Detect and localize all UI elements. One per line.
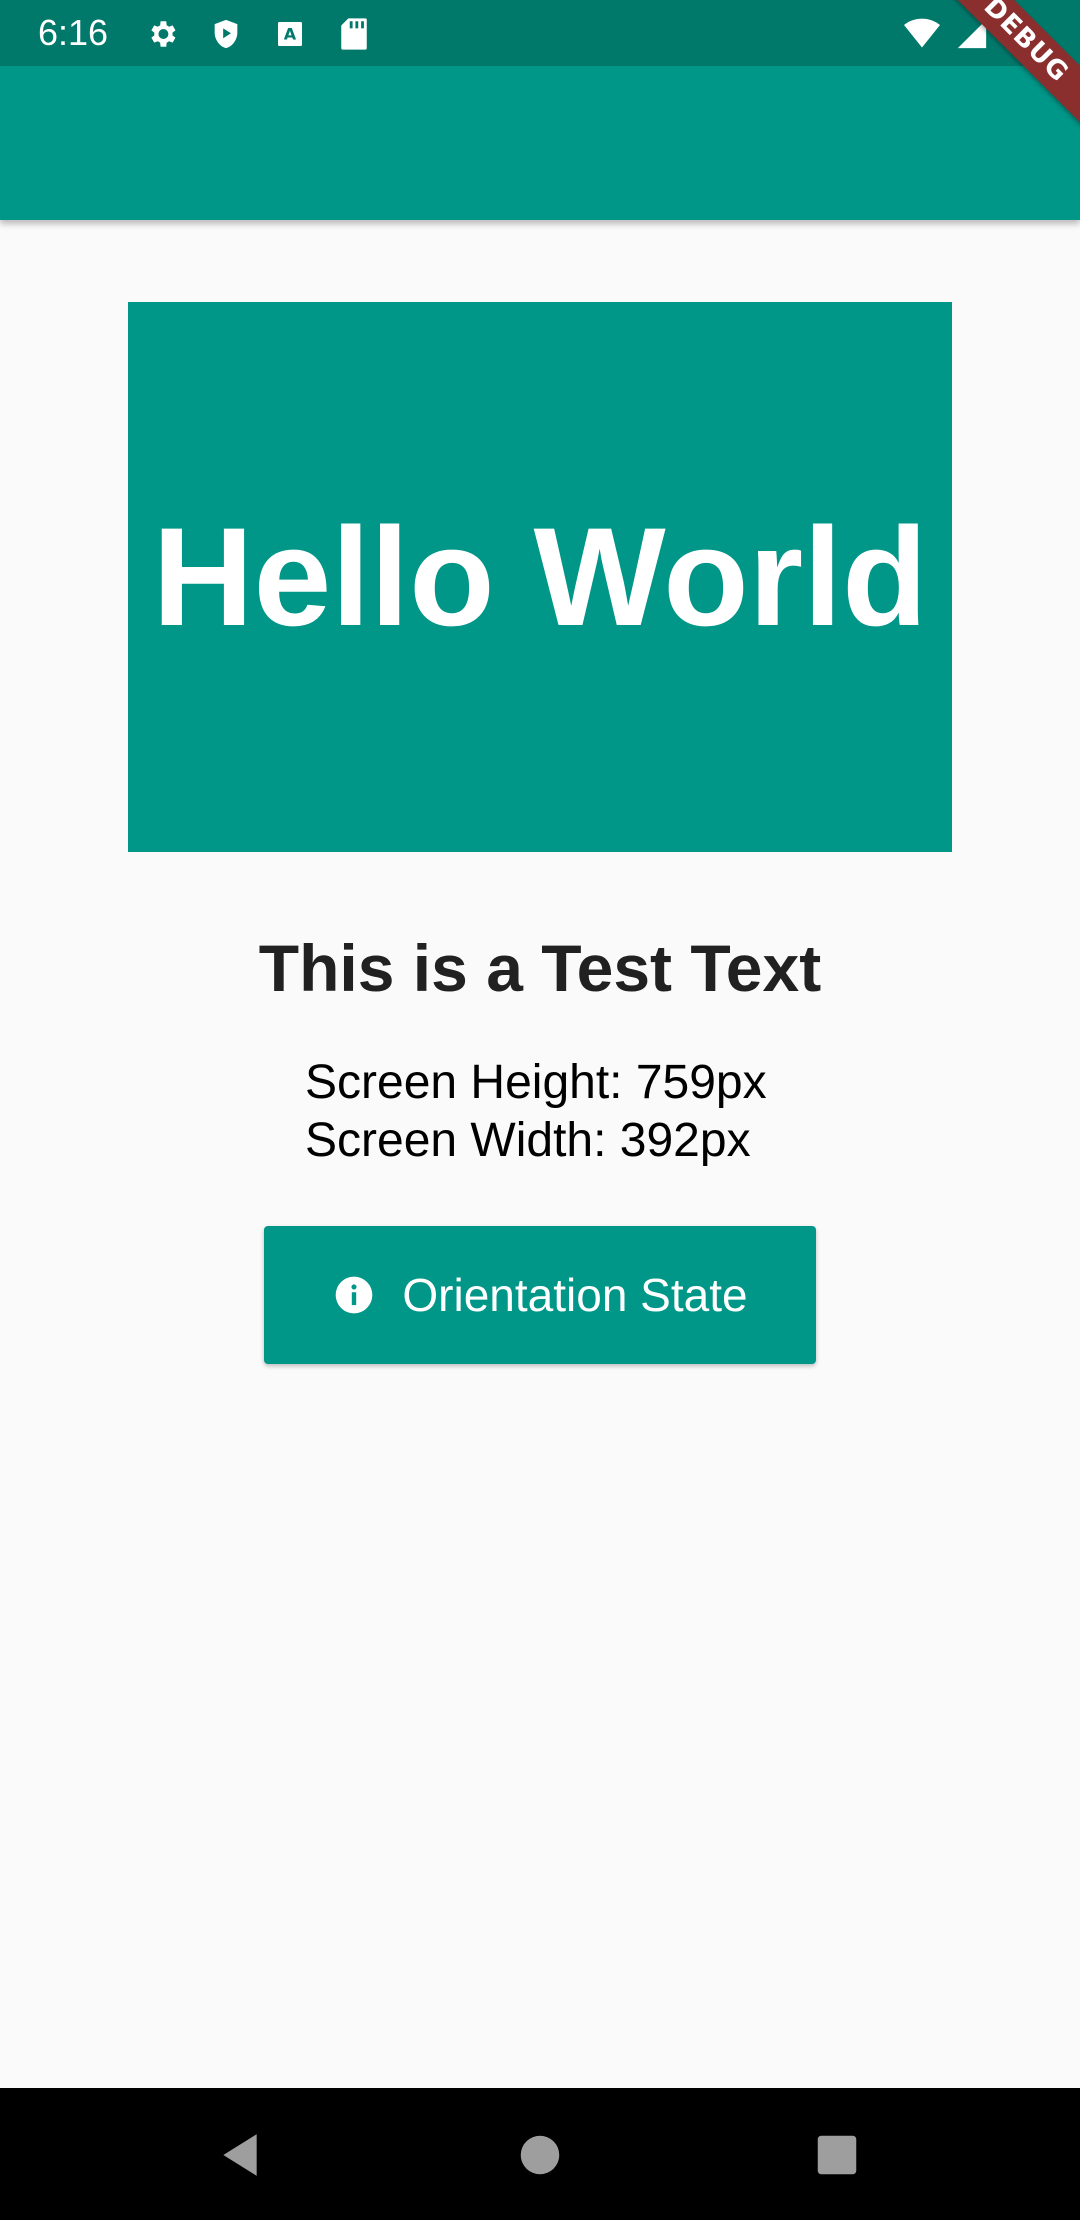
hello-world-text: Hello World [152, 498, 928, 655]
status-time: 6:16 [38, 12, 109, 53]
hello-world-container: Hello World [128, 302, 952, 852]
status-bar: 6:16 A [0, 0, 1080, 66]
text-a-icon: A [272, 16, 308, 52]
orientation-state-label: Orientation State [402, 1269, 748, 1321]
orientation-state-button[interactable]: Orientation State [264, 1226, 816, 1364]
sd-card-icon [336, 16, 372, 52]
screen-height-text: Screen Height: 759px [305, 1056, 767, 1109]
home-icon [520, 2135, 560, 2175]
test-text-heading: This is a Test Text [258, 931, 822, 1005]
play-protect-icon [208, 16, 244, 52]
app-bar [0, 66, 1080, 220]
recents-icon [817, 2135, 857, 2175]
status-left-icons: A [144, 14, 372, 54]
back-icon [223, 2134, 257, 2176]
gear-icon [144, 16, 180, 52]
info-icon [332, 1273, 376, 1317]
home-button[interactable] [505, 2120, 575, 2190]
screen-dimensions: Screen Height: 759px Screen Width: 392px [305, 1054, 767, 1170]
svg-text:A: A [284, 24, 297, 43]
wifi-icon [904, 16, 940, 52]
back-button[interactable] [205, 2120, 275, 2190]
navigation-bar [0, 2088, 1080, 2220]
screen-width-text: Screen Width: 392px [305, 1114, 751, 1167]
recents-button[interactable] [802, 2120, 872, 2190]
app-screen: 6:16 A DEBUG Hello World This is a Test … [0, 0, 1080, 2220]
